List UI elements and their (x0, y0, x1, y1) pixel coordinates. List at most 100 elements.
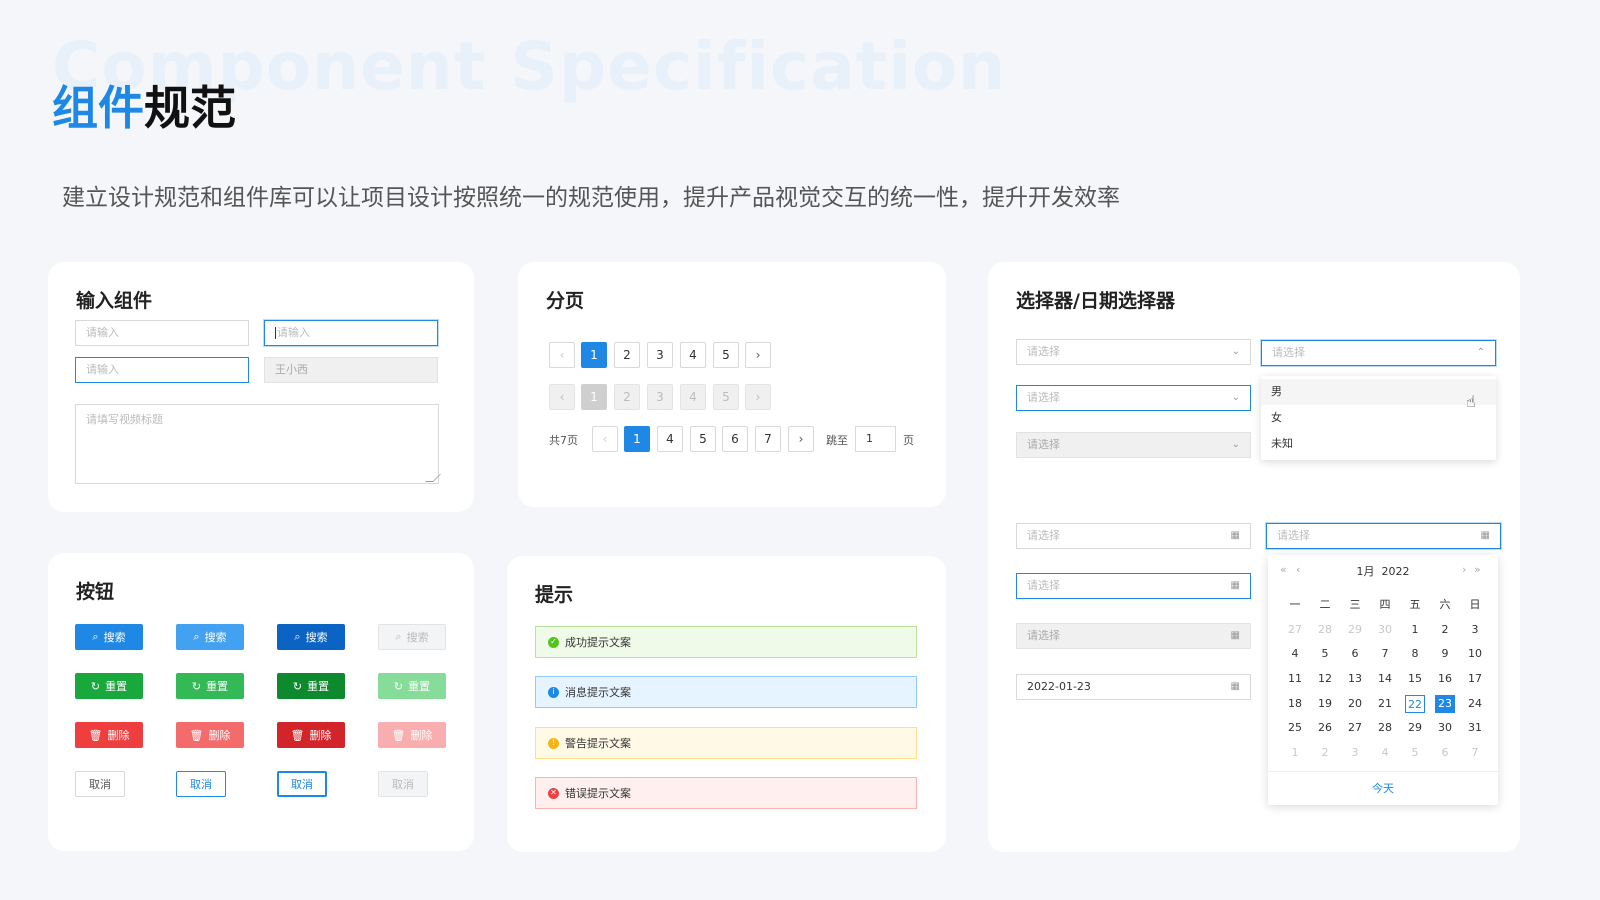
calendar-day[interactable]: 7 (1370, 642, 1400, 667)
textarea-video-title[interactable]: 请填写视频标题 (75, 404, 441, 484)
calendar-day[interactable]: 20 (1340, 691, 1370, 716)
pagination-full-page-5[interactable]: 5 (690, 426, 716, 452)
calendar-day[interactable]: 11 (1280, 667, 1310, 692)
calendar-day[interactable]: 4 (1280, 642, 1310, 667)
pagination-full-page-7[interactable]: 7 (755, 426, 781, 452)
reset-button-active[interactable]: ↻ 重置 (277, 673, 345, 699)
reset-button[interactable]: ↻ 重置 (75, 673, 143, 699)
delete-button[interactable]: 🗑 删除 (75, 722, 143, 748)
calendar-day[interactable]: 3 (1460, 618, 1490, 643)
date-picker-open[interactable]: 请选择 ▦ (1266, 523, 1501, 549)
cancel-button[interactable]: 取消 (75, 771, 125, 797)
hand-cursor-icon: ☝ (1466, 392, 1476, 411)
pagination-page-3[interactable]: 3 (647, 342, 673, 368)
option-unknown[interactable]: 未知 (1261, 431, 1496, 457)
delete-button-active[interactable]: 🗑 删除 (277, 722, 345, 748)
option-female[interactable]: 女 (1261, 405, 1496, 431)
search-button-active[interactable]: ⌕ 搜索 (277, 624, 345, 650)
input-disabled: 王小西 (264, 357, 438, 383)
date-picker-focused[interactable]: 请选择 ▦ (1016, 573, 1251, 599)
info-circle-icon: i (548, 686, 559, 698)
cancel-button-hover[interactable]: 取消 (176, 771, 226, 797)
next-year-icon[interactable]: » (1474, 563, 1481, 576)
calendar-day[interactable]: 2 (1310, 741, 1340, 766)
alert-error: ✕ 错误提示文案 (535, 777, 917, 809)
page-subtitle: 建立设计规范和组件库可以让项目设计按照统一的规范使用，提升产品视觉交互的统一性，… (62, 185, 1120, 211)
weekday-header: 六 (1439, 598, 1451, 612)
calendar-day[interactable]: 7 (1460, 741, 1490, 766)
pagination-disabled-page-3: 3 (647, 384, 673, 410)
input-default[interactable]: 请输入 (75, 320, 249, 346)
select-default[interactable]: 请选择 ⌄ (1016, 339, 1251, 365)
calendar-day[interactable]: 28 (1310, 618, 1340, 643)
option-male[interactable]: 男 (1261, 379, 1496, 405)
calendar-day[interactable]: 26 (1310, 716, 1340, 741)
calendar-day[interactable]: 6 (1340, 642, 1370, 667)
calendar-day[interactable]: 2 (1430, 618, 1460, 643)
calendar-day[interactable]: 31 (1460, 716, 1490, 741)
calendar-day[interactable]: 30 (1370, 618, 1400, 643)
calendar-day[interactable]: 14 (1370, 667, 1400, 692)
pagination-next-button[interactable]: › (745, 342, 771, 368)
calendar-day[interactable]: 24 (1460, 691, 1490, 716)
calendar-day[interactable]: 27 (1280, 618, 1310, 643)
page-title-highlight: 组件 (52, 81, 144, 135)
pagination-page-1[interactable]: 1 (581, 342, 607, 368)
resize-handle-icon[interactable] (425, 474, 441, 482)
pagination-jump-input[interactable]: 1 (855, 426, 896, 452)
calendar-day[interactable]: 5 (1400, 741, 1430, 766)
calendar-day[interactable]: 23 (1430, 691, 1460, 716)
calendar-today-button[interactable]: 今天 (1268, 771, 1498, 805)
pagination-full-prev[interactable]: ‹ (592, 426, 618, 452)
pagination-full-page-4[interactable]: 4 (657, 426, 683, 452)
calendar-day[interactable]: 12 (1310, 667, 1340, 692)
pagination-prev-button[interactable]: ‹ (549, 342, 575, 368)
calendar-day[interactable]: 4 (1370, 741, 1400, 766)
trash-icon: 🗑 (189, 728, 204, 742)
search-button-hover[interactable]: ⌕ 搜索 (176, 624, 244, 650)
trash-icon: 🗑 (290, 728, 305, 742)
pagination-page-4[interactable]: 4 (680, 342, 706, 368)
calendar-day[interactable]: 1 (1280, 741, 1310, 766)
weekday-header: 一 (1289, 598, 1301, 612)
calendar-day[interactable]: 22 (1400, 691, 1430, 716)
select-open[interactable]: 请选择 ⌃ (1261, 340, 1496, 366)
calendar-day[interactable]: 21 (1370, 691, 1400, 716)
calendar-day[interactable]: 13 (1340, 667, 1370, 692)
date-picker-default[interactable]: 请选择 ▦ (1016, 523, 1251, 549)
calendar-day[interactable]: 3 (1340, 741, 1370, 766)
reset-button-hover[interactable]: ↻ 重置 (176, 673, 244, 699)
calendar-day[interactable]: 6 (1430, 741, 1460, 766)
calendar-day[interactable]: 8 (1400, 642, 1430, 667)
calendar-icon: ▦ (1230, 580, 1240, 591)
calendar-day[interactable]: 9 (1430, 642, 1460, 667)
calendar-day[interactable]: 15 (1400, 667, 1430, 692)
calendar-day[interactable]: 17 (1460, 667, 1490, 692)
calendar-day[interactable]: 30 (1430, 716, 1460, 741)
next-month-icon[interactable]: › (1462, 563, 1466, 576)
calendar-day[interactable]: 5 (1310, 642, 1340, 667)
calendar-day[interactable]: 28 (1370, 716, 1400, 741)
input-focused[interactable]: 请输入 (75, 357, 249, 383)
calendar-day[interactable]: 29 (1340, 618, 1370, 643)
pagination-full-page-6[interactable]: 6 (722, 426, 748, 452)
calendar-day[interactable]: 10 (1460, 642, 1490, 667)
calendar-day[interactable]: 29 (1400, 716, 1430, 741)
pagination-page-2[interactable]: 2 (614, 342, 640, 368)
date-picker-filled[interactable]: 2022-01-23 ▦ (1016, 674, 1251, 700)
search-button[interactable]: ⌕ 搜索 (75, 624, 143, 650)
calendar-day[interactable]: 18 (1280, 691, 1310, 716)
delete-button-hover[interactable]: 🗑 删除 (176, 722, 244, 748)
calendar-day[interactable]: 27 (1340, 716, 1370, 741)
calendar-day[interactable]: 25 (1280, 716, 1310, 741)
pagination-full-page-1[interactable]: 1 (624, 426, 650, 452)
input-typing[interactable]: 请输入 (264, 320, 438, 346)
calendar-day[interactable]: 1 (1400, 618, 1430, 643)
cancel-button-active[interactable]: 取消 (277, 771, 327, 797)
pagination-page-5[interactable]: 5 (713, 342, 739, 368)
calendar-day[interactable]: 16 (1430, 667, 1460, 692)
date-picker-disabled: 请选择 ▦ (1016, 623, 1251, 649)
select-focused[interactable]: 请选择 ⌄ (1016, 385, 1251, 411)
pagination-full-next[interactable]: › (788, 426, 814, 452)
calendar-day[interactable]: 19 (1310, 691, 1340, 716)
